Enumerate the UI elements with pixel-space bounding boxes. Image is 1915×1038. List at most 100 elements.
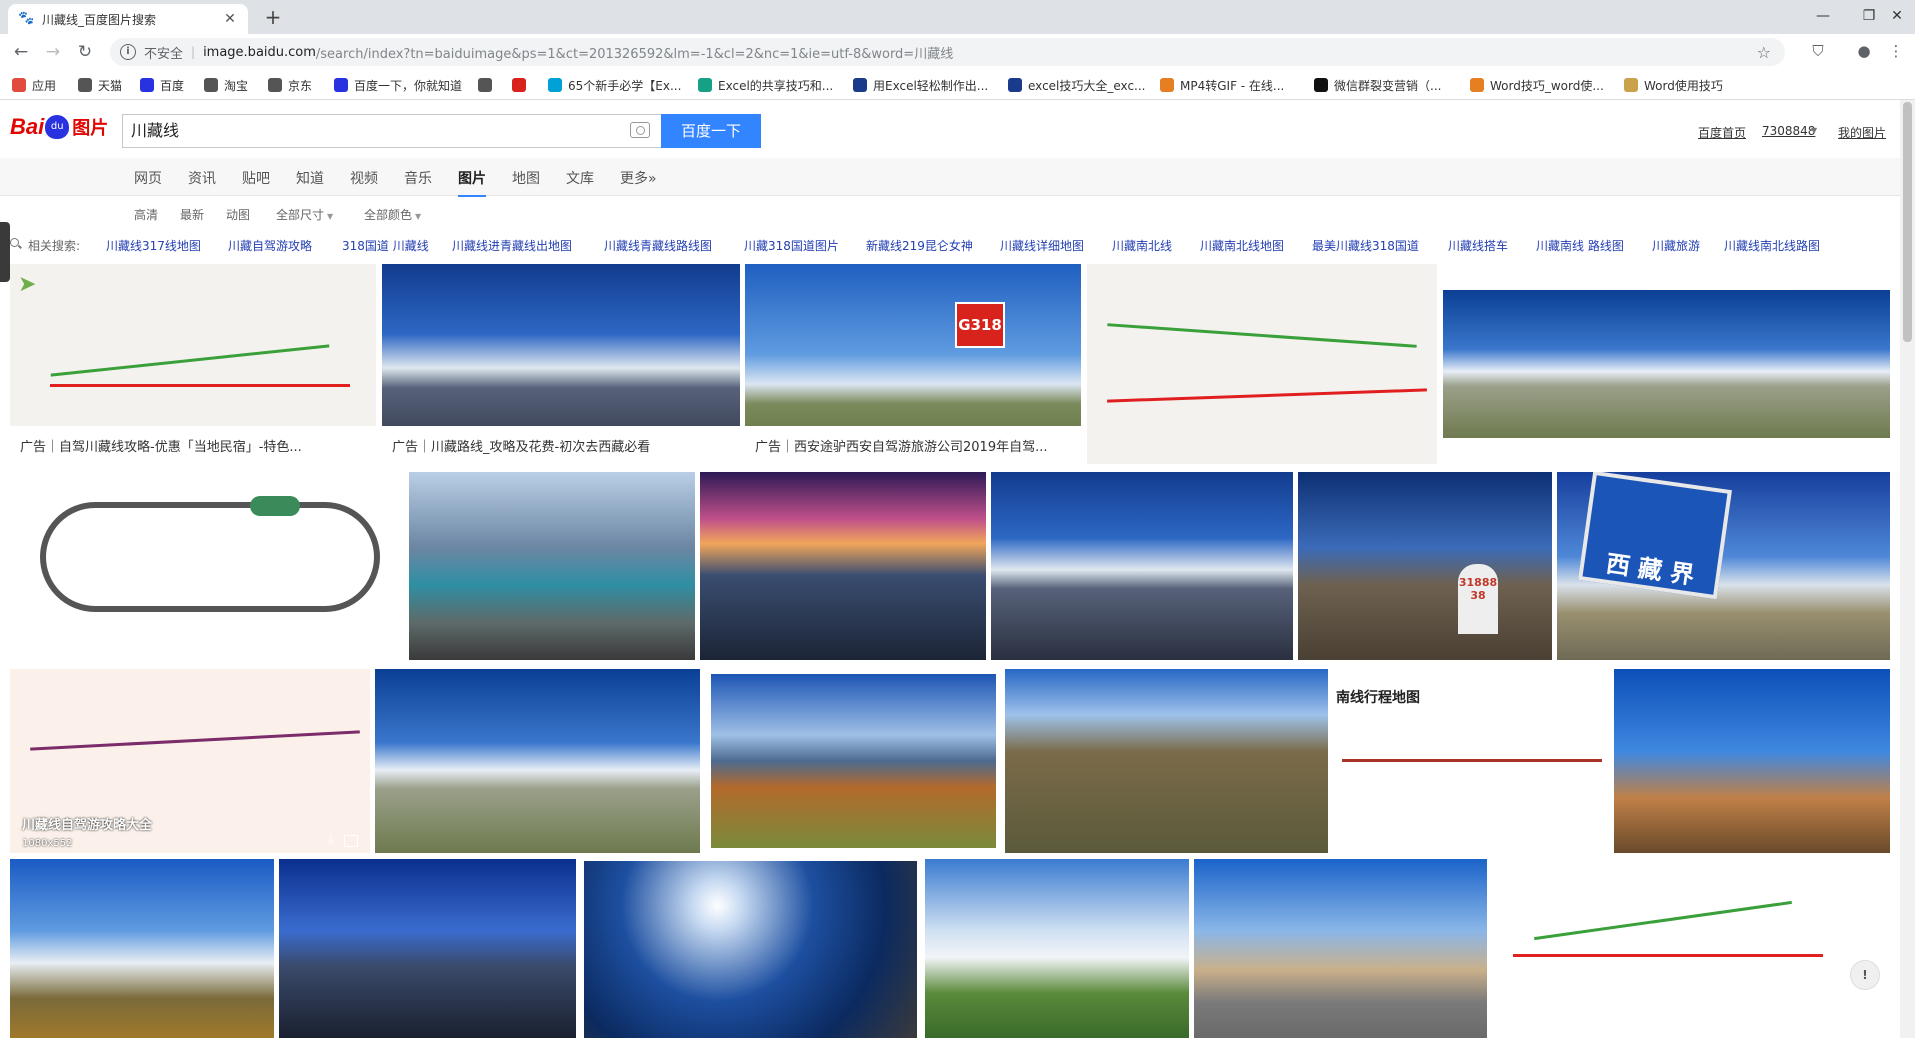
bookmark-item[interactable]: 应用 — [12, 76, 56, 94]
bookmark-item[interactable] — [478, 76, 498, 94]
image-result[interactable] — [279, 859, 576, 1038]
related-link[interactable]: 川藏线详细地图 — [1000, 237, 1084, 254]
tab-5[interactable]: 音乐 — [404, 168, 432, 188]
tab-4[interactable]: 视频 — [350, 168, 378, 188]
bookmark-star-icon[interactable]: ☆ — [1757, 43, 1771, 62]
tab-6[interactable]: 图片 — [458, 168, 486, 197]
image-result[interactable] — [10, 859, 274, 1038]
image-result[interactable] — [10, 472, 403, 660]
related-link[interactable]: 川藏自驾游攻略 — [228, 237, 312, 254]
page-scrollbar[interactable] — [1900, 100, 1915, 1038]
related-link[interactable]: 318国道 川藏线 — [342, 237, 429, 254]
bookmark-item[interactable]: 用Excel轻松制作出... — [853, 76, 988, 94]
bookmark-item[interactable]: Word使用技巧 — [1624, 76, 1723, 94]
search-input[interactable]: 川藏线 — [122, 114, 662, 148]
image-result[interactable]: 南线行程地图 — [1332, 669, 1613, 853]
related-link[interactable]: 川藏旅游 — [1652, 237, 1700, 254]
scrollbar-thumb[interactable] — [1903, 102, 1912, 342]
menu-icon[interactable]: ⋮ — [1886, 41, 1906, 61]
new-tab-button[interactable]: + — [262, 7, 284, 29]
image-result[interactable]: 广告｜川藏路线_攻略及花费-初次去西藏必看 — [382, 264, 740, 464]
image-result[interactable] — [991, 472, 1293, 660]
info-icon[interactable]: i — [120, 44, 136, 60]
image-result[interactable] — [375, 669, 700, 853]
tab-7[interactable]: 地图 — [512, 168, 540, 188]
download-icon[interactable]: ⤓ — [328, 831, 334, 847]
user-caret-icon[interactable]: ▼ — [1811, 126, 1817, 135]
related-link[interactable]: 川藏线搭车 — [1448, 237, 1508, 254]
home-link[interactable]: 百度首页 — [1698, 124, 1746, 141]
camera-search-icon[interactable] — [630, 122, 650, 138]
bookmark-item[interactable]: 淘宝 — [204, 76, 248, 94]
address-bar[interactable]: i 不安全 | image.baidu.com /search/index?tn… — [110, 38, 1785, 66]
related-link[interactable]: 川藏南北线地图 — [1200, 237, 1284, 254]
browser-tab[interactable]: 🐾 川藏线_百度图片搜索 ✕ — [8, 4, 248, 34]
tab-8[interactable]: 文库 — [566, 168, 594, 188]
ad-caption[interactable]: 广告｜川藏路线_攻略及花费-初次去西藏必看 — [382, 426, 740, 464]
back-icon[interactable]: ← — [10, 41, 32, 63]
tab-3[interactable]: 知道 — [296, 168, 324, 188]
image-result[interactable] — [1005, 669, 1328, 853]
ad-caption[interactable]: 广告｜自驾川藏线攻略-优惠「当地民宿」-特色... — [10, 426, 376, 464]
image-result[interactable] — [711, 674, 996, 848]
gallery-icon[interactable] — [344, 835, 358, 847]
bookmark-item[interactable]: 天猫 — [78, 76, 122, 94]
bookmark-item[interactable]: 京东 — [268, 76, 312, 94]
filter-size[interactable]: 全部尺寸 ▼ — [276, 206, 333, 223]
related-link[interactable]: 最美川藏线318国道 — [1312, 237, 1419, 254]
tab-0[interactable]: 网页 — [134, 168, 162, 188]
feedback-button[interactable]: ! — [1850, 960, 1880, 990]
ad-caption[interactable]: 广告｜西安途驴西安自驾游旅游公司2019年自驾... — [745, 426, 1081, 464]
baidu-image-logo[interactable]: Bai du 图片 — [10, 110, 108, 144]
filter-animated[interactable]: 动图 — [226, 206, 250, 223]
image-result[interactable]: 川藏线自驾游攻略大全 1080x552 ⤓ — [10, 669, 370, 853]
image-result[interactable]: ➤ 广告｜自驾川藏线攻略-优惠「当地民宿」-特色... — [10, 264, 376, 464]
image-result[interactable] — [584, 861, 917, 1038]
image-result[interactable] — [1493, 859, 1838, 1038]
image-result[interactable]: 西 藏 界 — [1557, 472, 1890, 660]
image-result[interactable] — [409, 472, 695, 660]
related-link[interactable]: 川藏南线 路线图 — [1536, 237, 1624, 254]
image-result[interactable]: 3188838 — [1298, 472, 1552, 660]
bookmark-item[interactable]: 65个新手必学【Ex... — [548, 76, 681, 94]
close-tab-icon[interactable]: ✕ — [222, 11, 238, 27]
related-link[interactable]: 川藏线南北线路图 — [1724, 237, 1820, 254]
close-window-icon[interactable]: ✕ — [1880, 2, 1914, 30]
bookmark-item[interactable]: excel技巧大全_exc... — [1008, 76, 1145, 94]
related-link[interactable]: 川藏南北线 — [1112, 237, 1172, 254]
related-link[interactable]: 川藏线317线地图 — [106, 237, 201, 254]
bookmark-item[interactable]: 百度 — [140, 76, 184, 94]
tab-2[interactable]: 贴吧 — [242, 168, 270, 188]
reload-icon[interactable]: ↻ — [74, 41, 96, 63]
tab-1[interactable]: 资讯 — [188, 168, 216, 188]
related-link[interactable]: 川藏线青藏线路线图 — [604, 237, 712, 254]
minimize-icon[interactable]: — — [1800, 2, 1846, 30]
profile-icon[interactable]: ● — [1854, 41, 1874, 61]
bookmark-item[interactable]: 微信群裂变营销（... — [1314, 76, 1441, 94]
image-result[interactable] — [1087, 264, 1437, 464]
image-result[interactable] — [1194, 859, 1487, 1038]
tab-9[interactable]: 更多» — [620, 168, 657, 188]
related-link[interactable]: 川藏线进青藏线出地图 — [452, 237, 572, 254]
filter-latest[interactable]: 最新 — [180, 206, 204, 223]
related-link[interactable]: 川藏318国道图片 — [744, 237, 839, 254]
side-feedback-tab[interactable] — [0, 222, 10, 282]
user-link[interactable]: 7308848 — [1762, 124, 1815, 138]
bookmark-item[interactable]: Word技巧_word使... — [1470, 76, 1604, 94]
image-result[interactable] — [1443, 290, 1890, 438]
image-result[interactable] — [925, 859, 1189, 1038]
filter-hd[interactable]: 高清 — [134, 206, 158, 223]
image-result[interactable] — [700, 472, 986, 660]
my-images-link[interactable]: 我的图片 — [1838, 124, 1886, 141]
related-link[interactable]: 新藏线219昆仑女神 — [866, 237, 973, 254]
filter-color[interactable]: 全部颜色 ▼ — [364, 206, 421, 223]
bookmark-item[interactable]: Excel的共享技巧和... — [698, 76, 833, 94]
extension-icon[interactable]: ⛉ — [1808, 41, 1828, 61]
bookmark-item[interactable]: MP4转GIF - 在线... — [1160, 76, 1284, 94]
bookmark-item[interactable] — [512, 76, 532, 94]
image-result[interactable]: G318 广告｜西安途驴西安自驾游旅游公司2019年自驾... — [745, 264, 1081, 464]
search-button[interactable]: 百度一下 — [661, 114, 761, 148]
image-result[interactable] — [1614, 669, 1890, 853]
bookmark-item[interactable]: 百度一下，你就知道 — [334, 76, 462, 94]
forward-icon[interactable]: → — [42, 41, 64, 63]
